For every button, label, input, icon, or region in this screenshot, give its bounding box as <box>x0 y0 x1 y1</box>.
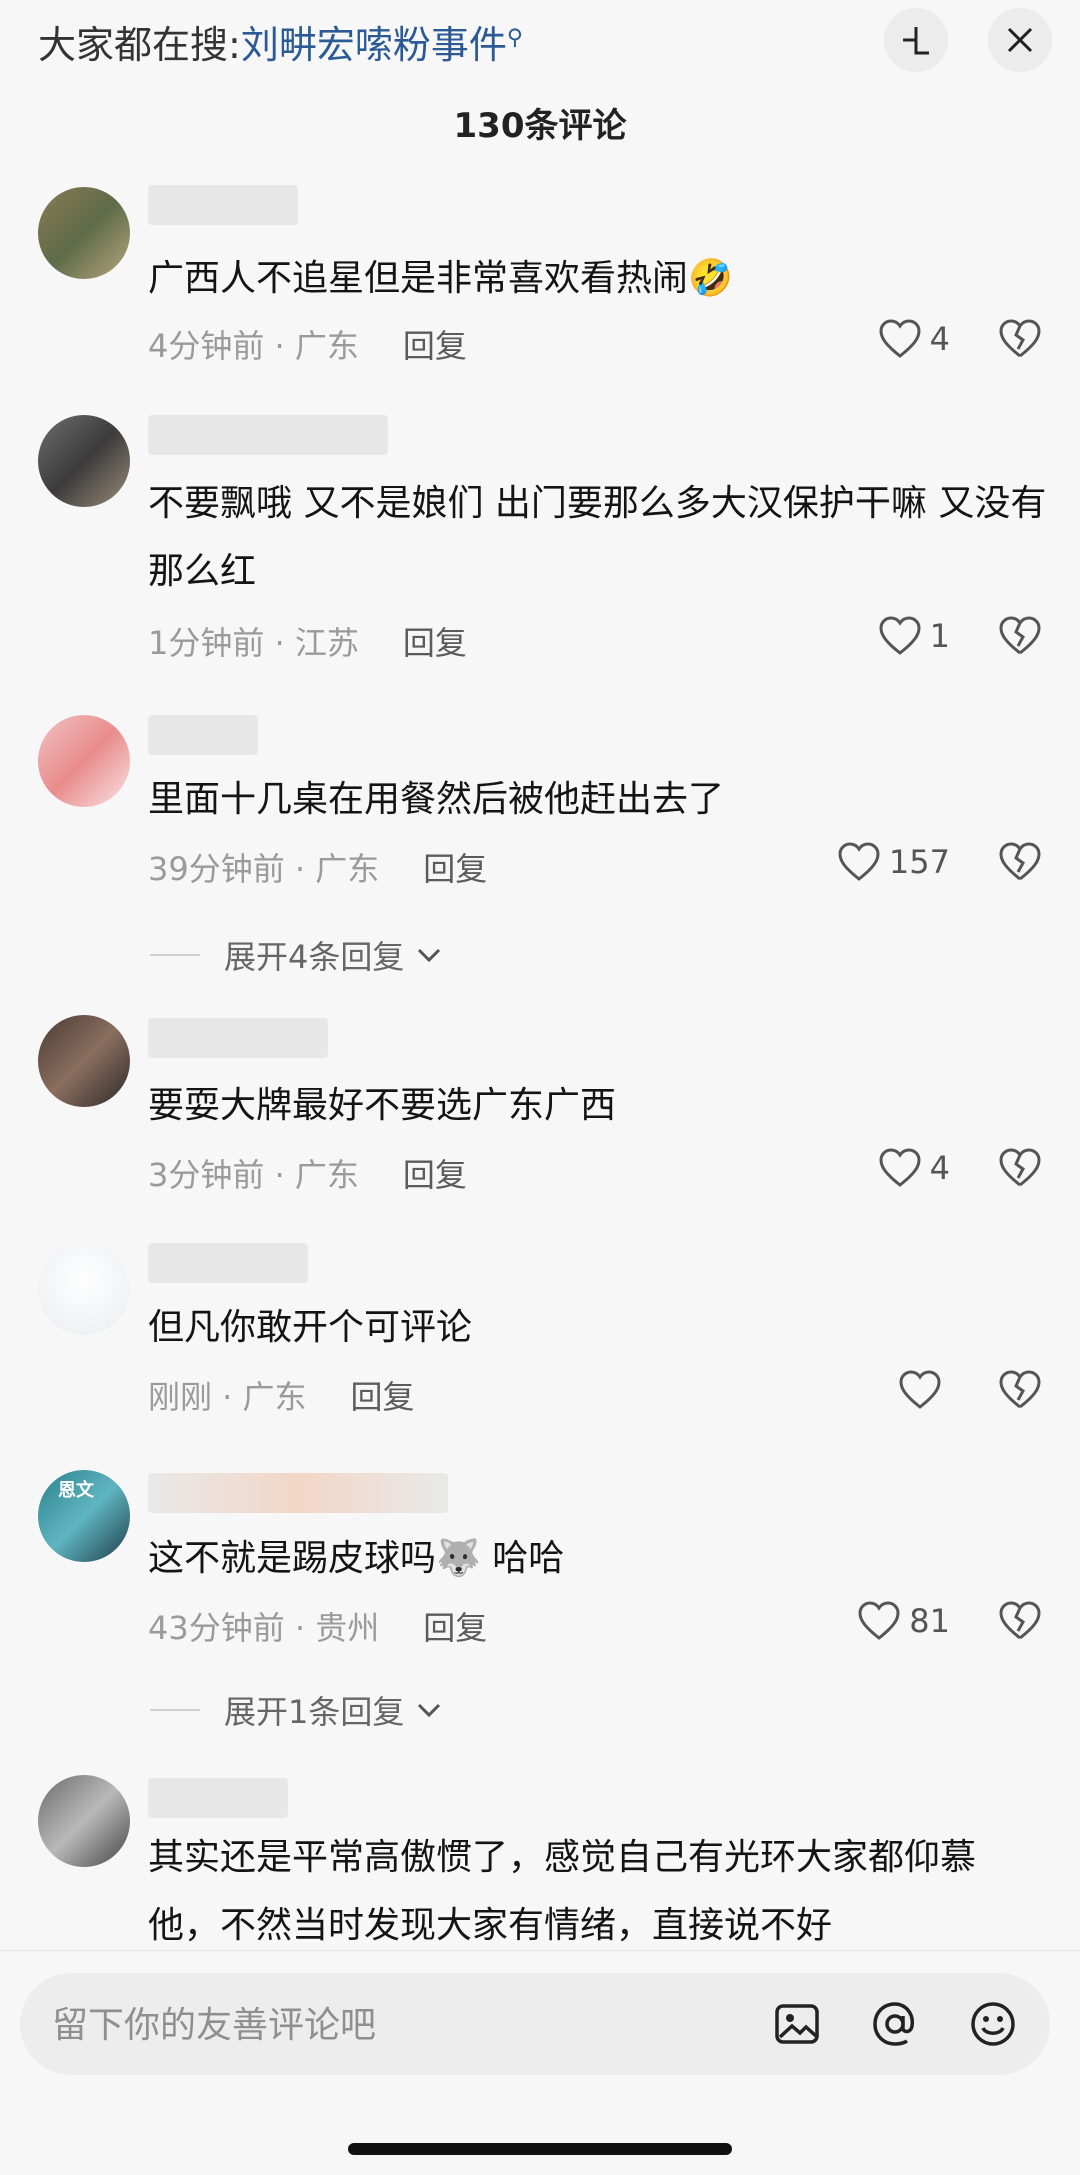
dislike-button[interactable] <box>998 1148 1042 1192</box>
heart-icon <box>838 842 880 881</box>
collapse-button[interactable] <box>884 8 948 72</box>
comment-text: 里面十几桌在用餐然后被他赶出去了 <box>148 779 725 820</box>
like-button[interactable]: 81 <box>857 1601 950 1641</box>
username-blurred[interactable] <box>148 1243 308 1283</box>
comment-time-location: 39分钟前 · 广东 <box>148 850 380 888</box>
comment-text: 要耍大牌最好不要选广东广西 <box>148 1085 617 1126</box>
comment-meta: 3分钟前 · 广东 回复 <box>148 1150 467 1196</box>
avatar[interactable]: 恩文 <box>38 1470 130 1562</box>
username-blurred[interactable] <box>148 415 388 455</box>
dislike-button[interactable] <box>998 1601 1042 1645</box>
like-button[interactable] <box>898 1370 950 1410</box>
like-count: 81 <box>909 1602 950 1640</box>
close-button[interactable] <box>988 8 1052 72</box>
like-count: 1 <box>929 617 950 655</box>
username-blurred[interactable] <box>148 715 258 755</box>
comment-meta: 刚刚 · 广东 回复 <box>148 1372 415 1418</box>
chevron-down-icon <box>418 1703 441 1718</box>
comment-count: 130条评论 <box>453 106 627 146</box>
like-button[interactable]: 4 <box>878 319 950 359</box>
reply-button[interactable]: 回复 <box>423 850 487 888</box>
expand-replies-label: 展开1条回复 <box>224 1693 405 1731</box>
like-count: 4 <box>929 1149 950 1187</box>
top-bar: 大家都在搜:刘畊宏嗦粉事件⚲ 130条评论 <box>0 0 1080 160</box>
heart-icon <box>879 1148 921 1187</box>
heart-icon <box>899 1370 941 1409</box>
avatar[interactable] <box>38 1015 130 1107</box>
expand-replies-button[interactable]: 展开4条回复 <box>150 932 442 978</box>
dislike-button[interactable] <box>998 1370 1042 1414</box>
like-count: 4 <box>929 320 950 358</box>
search-icon: ⚲ <box>506 25 523 51</box>
comment-meta: 39分钟前 · 广东 回复 <box>148 844 487 890</box>
broken-heart-icon <box>999 1370 1041 1409</box>
dislike-button[interactable] <box>998 842 1042 886</box>
avatar[interactable] <box>38 187 130 279</box>
avatar[interactable] <box>38 1243 130 1335</box>
heart-icon <box>879 616 921 655</box>
reply-button[interactable]: 回复 <box>423 1609 487 1647</box>
comment-time-location: 刚刚 · 广东 <box>148 1378 307 1416</box>
search-suggestion[interactable]: 大家都在搜:刘畊宏嗦粉事件⚲ <box>38 14 523 69</box>
comment-text: 不要飘哦 又不是娘们 出门要那么多大汉保护干嘛 又没有那么红 <box>148 483 1047 592</box>
avatar[interactable] <box>38 415 130 507</box>
avatar[interactable] <box>38 1775 130 1867</box>
at-icon[interactable] <box>870 1999 920 2049</box>
comment-input-box[interactable] <box>20 1973 1050 2077</box>
broken-heart-icon <box>999 616 1041 655</box>
comment-text: 其实还是平常高傲惯了，感觉自己有光环大家都仰慕他，不然当时发现大家有情绪，直接说… <box>148 1837 977 1946</box>
comment-text: 但凡你敢开个可评论 <box>148 1307 473 1348</box>
expand-replies-button[interactable]: 展开1条回复 <box>150 1687 442 1733</box>
comment-time-location: 4分钟前 · 广东 <box>148 327 359 365</box>
like-button[interactable]: 157 <box>837 842 950 882</box>
like-count: 157 <box>888 843 950 881</box>
divider <box>150 954 200 956</box>
broken-heart-icon <box>999 842 1041 881</box>
home-indicator[interactable] <box>348 2143 732 2155</box>
divider <box>150 1709 200 1711</box>
comment-time-location: 43分钟前 · 贵州 <box>148 1609 380 1647</box>
chevron-down-icon <box>418 948 441 963</box>
close-icon <box>1007 27 1033 53</box>
comment-time-location: 1分钟前 · 江苏 <box>148 624 359 662</box>
username-blurred[interactable] <box>148 185 298 225</box>
comment-meta: 4分钟前 · 广东 回复 <box>148 321 467 367</box>
dislike-button[interactable] <box>998 319 1042 363</box>
like-button[interactable]: 1 <box>878 616 950 656</box>
broken-heart-icon <box>999 1601 1041 1640</box>
collapse-icon <box>903 27 929 55</box>
broken-heart-icon <box>999 319 1041 358</box>
comment-composer <box>0 1950 1080 2175</box>
reply-button[interactable]: 回复 <box>403 624 467 662</box>
like-button[interactable]: 4 <box>878 1148 950 1188</box>
heart-icon <box>858 1601 900 1640</box>
search-suggestion-prefix: 大家都在搜: <box>38 23 241 67</box>
username-blurred[interactable] <box>148 1018 328 1058</box>
search-suggestion-keyword[interactable]: 刘畊宏嗦粉事件 <box>241 23 507 67</box>
reply-button[interactable]: 回复 <box>351 1378 415 1416</box>
avatar[interactable] <box>38 715 130 807</box>
comment-time-location: 3分钟前 · 广东 <box>148 1156 359 1194</box>
image-icon[interactable] <box>772 1999 822 2049</box>
comment-text: 这不就是踢皮球吗🐺 哈哈 <box>148 1538 565 1579</box>
username-blurred[interactable] <box>148 1473 448 1513</box>
expand-replies-label: 展开4条回复 <box>224 938 405 976</box>
reply-button[interactable]: 回复 <box>403 1156 467 1194</box>
reply-button[interactable]: 回复 <box>403 327 467 365</box>
dislike-button[interactable] <box>998 616 1042 660</box>
comment-meta: 43分钟前 · 贵州 回复 <box>148 1603 487 1649</box>
comment-input[interactable] <box>50 1973 704 2077</box>
comment-text: 广西人不追星但是非常喜欢看热闹🤣 <box>148 258 733 299</box>
username-blurred[interactable] <box>148 1778 288 1818</box>
heart-icon <box>879 319 921 358</box>
avatar-badge: 恩文 <box>58 1480 94 1501</box>
emoji-icon[interactable] <box>968 1999 1018 2049</box>
broken-heart-icon <box>999 1148 1041 1187</box>
comment-meta: 1分钟前 · 江苏 回复 <box>148 618 467 664</box>
